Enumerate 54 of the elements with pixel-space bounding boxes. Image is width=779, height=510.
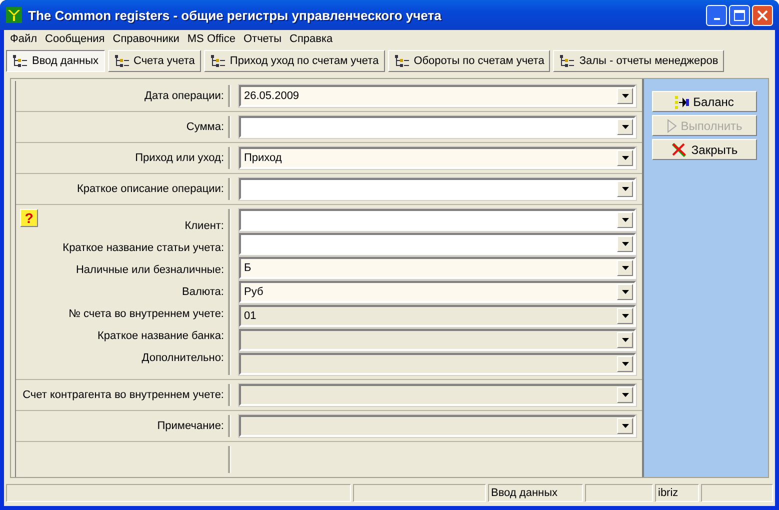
combo-box[interactable]: Руб — [239, 281, 636, 303]
tree-list-icon — [394, 54, 410, 68]
field-label: Примечание: — [157, 420, 224, 432]
help-button[interactable]: ? — [20, 209, 38, 227]
field-label: Дата операции: — [144, 90, 224, 102]
field-label: Клиент: — [184, 220, 224, 232]
tree-list-icon — [210, 54, 226, 68]
menu-item[interactable]: Отчеты — [241, 33, 288, 45]
status-user: ibriz — [655, 484, 699, 502]
cross-icon — [671, 142, 688, 156]
app-logo-icon — [6, 7, 22, 23]
combo-box[interactable] — [239, 233, 636, 255]
action-button[interactable]: Закрыть — [652, 139, 757, 160]
combo-box[interactable] — [239, 116, 636, 138]
field-label: Счет контрагента во внутреннем учете: — [22, 389, 224, 401]
tree-list-icon — [114, 54, 130, 68]
window-title: The Common registers - общие регистры управленческого учета — [28, 8, 442, 22]
combo-box[interactable] — [239, 178, 636, 200]
field-label: № счета во внутреннем учете: — [68, 308, 224, 320]
minimize-icon — [714, 18, 720, 20]
field-label: Краткое описание операции: — [77, 183, 224, 195]
toolbar-button[interactable]: Ввод данных — [6, 50, 104, 72]
combo-box[interactable] — [239, 209, 636, 231]
toolbar-button[interactable]: Приход уход по счетам учета — [204, 50, 385, 72]
toolbar-button[interactable]: Залы - отчеты менеджеров — [553, 50, 724, 72]
toolbar-button[interactable]: Обороты по счетам учета — [388, 50, 550, 72]
maximize-icon — [734, 10, 745, 20]
combo-box[interactable]: Приход — [239, 147, 636, 169]
menu-item[interactable]: Справочники — [110, 33, 186, 45]
close-button[interactable] — [752, 4, 773, 26]
field-label: Сумма: — [186, 121, 224, 133]
action-button[interactable]: Баланс — [652, 91, 757, 112]
combo-box[interactable]: Б — [239, 257, 636, 279]
menu-item[interactable]: MS Office — [185, 33, 242, 45]
status-mode: Ввод данных — [488, 484, 583, 502]
close-icon — [757, 10, 768, 20]
field-label: Краткое название статьи учета: — [62, 242, 224, 254]
field-label: Приход или уход: — [135, 152, 224, 164]
field-label: Валюта: — [182, 286, 224, 298]
menu-item[interactable]: Файл — [8, 33, 44, 45]
maximize-button[interactable] — [729, 4, 750, 26]
menu-item[interactable]: Сообщения — [43, 33, 111, 45]
field-label: Наличные или безналичные: — [76, 264, 224, 276]
field-label: Дополнительно: — [142, 352, 224, 364]
field-label: Краткое название банка: — [98, 330, 224, 342]
combo-box[interactable]: 26.05.2009 — [239, 85, 636, 107]
play-icon — [666, 118, 677, 132]
toolbar-button[interactable]: Счета учета — [108, 50, 201, 72]
menu-item[interactable]: Справка — [288, 33, 339, 45]
status-panel — [585, 484, 653, 502]
tree-node-icon — [675, 94, 690, 108]
minimize-button[interactable] — [706, 4, 727, 26]
tree-list-icon — [559, 54, 576, 68]
tree-list-icon — [12, 54, 28, 68]
